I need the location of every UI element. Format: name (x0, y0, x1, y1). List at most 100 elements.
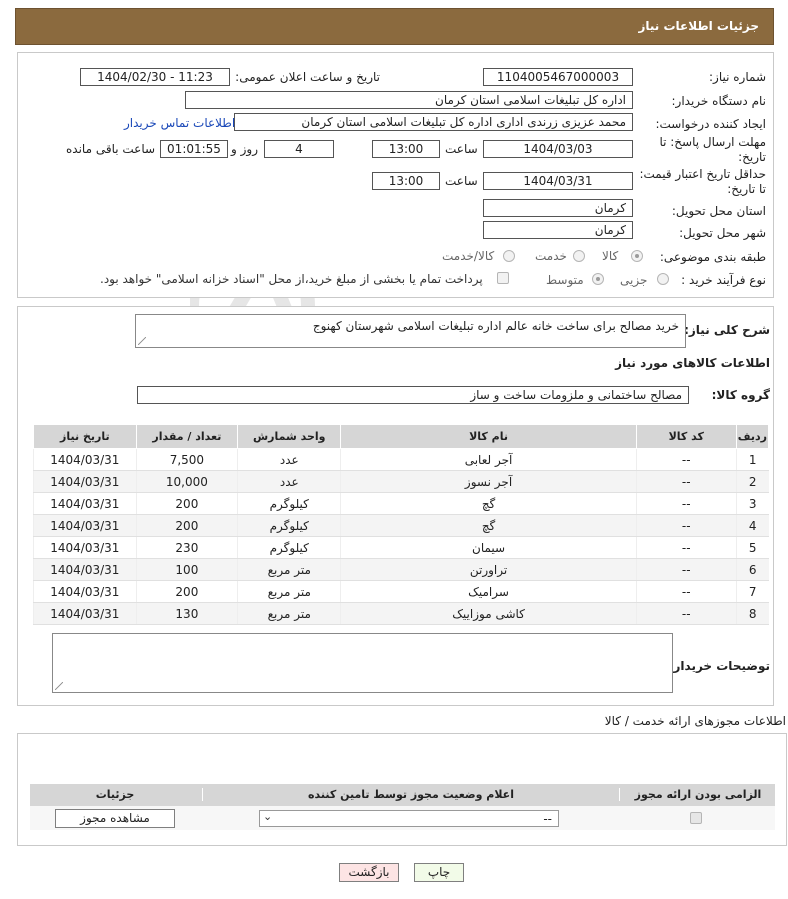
announce-datetime-field: 1404/02/30 - 11:23 (80, 68, 230, 86)
process-medium-radio[interactable] (592, 273, 604, 285)
col-license-required: الزامی بودن ارائه مجوز (634, 788, 762, 801)
deadline-date-field: 1404/03/03 (483, 140, 633, 158)
cell-quantity: 7,500 (135, 448, 238, 471)
need-number-label: شماره نیاز: (709, 70, 766, 84)
cell-code: -- (635, 470, 737, 493)
cell-unit: متر مربع (237, 558, 341, 581)
cell-code: -- (635, 514, 737, 537)
table-row: 1 -- آجر لعابی عدد 7,500 1404/03/31 (33, 448, 769, 471)
delivery-city-field: کرمان (483, 221, 633, 239)
treasury-payment-note: پرداخت تمام یا بخشی از مبلغ خرید،از محل … (100, 272, 483, 286)
goods-section-title: اطلاعات کالاهای مورد نیاز (615, 356, 770, 370)
cell-code: -- (635, 602, 737, 625)
table-row: 4 -- گچ کیلوگرم 200 1404/03/31 (33, 514, 769, 537)
resize-grip-icon[interactable] (138, 337, 146, 345)
process-minor-radio[interactable] (657, 273, 669, 285)
buyer-org-label: نام دستگاه خریدار: (671, 94, 767, 108)
cell-quantity: 10,000 (135, 470, 238, 493)
cell-name: آجر نسوز (340, 470, 637, 493)
requester-field: محمد عزیزی زرندی اداری اداره کل تبلیغات … (234, 113, 633, 131)
deadline-label: مهلت ارسال پاسخ: تا تاریخ: (659, 135, 766, 164)
cell-row: 1 (735, 448, 769, 471)
time-remaining-field: 01:01:55 (160, 140, 228, 158)
category-goods-radio[interactable] (631, 250, 643, 262)
col-row: ردیف (735, 424, 770, 449)
cell-unit: متر مربع (237, 602, 341, 625)
cell-unit: عدد (237, 448, 341, 471)
cell-name: آجر لعابی (340, 448, 637, 471)
goods-table-header: ردیف کد کالا نام کالا واحد شمارش تعداد /… (33, 424, 770, 449)
cell-row: 4 (735, 514, 769, 537)
print-button[interactable]: چاپ (414, 863, 464, 882)
table-row: 2 -- آجر نسوز عدد 10,000 1404/03/31 (33, 470, 769, 493)
cell-row: 8 (735, 602, 769, 625)
goods-group-label: گروه کالا: (711, 388, 770, 402)
treasury-payment-checkbox[interactable] (497, 272, 509, 284)
table-row: 5 -- سیمان کیلوگرم 230 1404/03/31 (33, 536, 769, 559)
category-service-label: خدمت (535, 249, 567, 263)
cell-date: 1404/03/31 (33, 536, 137, 559)
cell-quantity: 200 (135, 492, 238, 515)
goods-group-field: مصالح ساختمانی و ملزومات ساخت و ساز (137, 386, 689, 404)
page-header: جزئیات اطلاعات نیاز (15, 8, 774, 45)
process-medium-label: متوسط (546, 273, 584, 287)
cell-row: 7 (735, 580, 769, 603)
buyer-org-field: اداره کل تبلیغات اسلامی استان کرمان (185, 91, 633, 109)
requester-label: ایجاد کننده درخواست: (655, 117, 766, 131)
price-validity-time-label: ساعت (445, 174, 478, 188)
cell-name: گچ (340, 492, 637, 515)
col-quantity: تعداد / مقدار (135, 424, 239, 449)
delivery-province-field: کرمان (483, 199, 633, 217)
cell-code: -- (635, 536, 737, 559)
col-need-date: تاریخ نیاز (33, 424, 137, 449)
goods-table: ردیف کد کالا نام کالا واحد شمارش تعداد /… (33, 424, 770, 625)
table-row: 8 -- کاشی موزاییک متر مربع 130 1404/03/3… (33, 602, 769, 625)
cell-quantity: 130 (135, 602, 238, 625)
view-license-button[interactable]: مشاهده مجوز (55, 809, 175, 828)
category-service-radio[interactable] (573, 250, 585, 262)
cell-quantity: 200 (135, 514, 238, 537)
cell-name: گچ (340, 514, 637, 537)
cell-unit: عدد (237, 470, 341, 493)
cell-date: 1404/03/31 (33, 448, 137, 471)
deadline-time-label: ساعت (445, 142, 478, 156)
cell-unit: کیلوگرم (237, 536, 341, 559)
cell-row: 3 (735, 492, 769, 515)
resize-grip-icon[interactable] (55, 682, 63, 690)
back-button[interactable]: بازگشت (339, 863, 399, 882)
category-goods-service-radio[interactable] (503, 250, 515, 262)
cell-name: سیمان (340, 536, 637, 559)
cell-code: -- (635, 492, 737, 515)
cell-unit: کیلوگرم (237, 492, 341, 515)
purchase-process-label: نوع فرآیند خرید : (681, 273, 766, 287)
chevron-down-icon: ⌄ (263, 810, 273, 823)
cell-date: 1404/03/31 (33, 558, 137, 581)
price-validity-time-field: 13:00 (372, 172, 440, 190)
cell-unit: متر مربع (237, 580, 341, 603)
announce-datetime-label: تاریخ و ساعت اعلان عمومی: (235, 70, 380, 84)
license-status-value: -- (543, 812, 552, 826)
licenses-title: اطلاعات مجوزهای ارائه خدمت / کالا (604, 714, 786, 728)
cell-code: -- (635, 580, 737, 603)
description-text: خرید مصالح برای ساخت خانه عالم اداره تبل… (312, 319, 679, 333)
category-goods-service-label: کالا/خدمت (442, 249, 495, 263)
license-status-select[interactable]: ⌄ -- (259, 810, 559, 827)
price-validity-date-field: 1404/03/31 (483, 172, 633, 190)
process-minor-label: جزیی (620, 273, 648, 287)
cell-unit: کیلوگرم (237, 514, 341, 537)
buyer-notes-field[interactable] (52, 633, 673, 693)
buyer-contact-link[interactable]: اطلاعات تماس خریدار (124, 116, 235, 130)
cell-row: 5 (735, 536, 769, 559)
cell-name: کاشی موزاییک (340, 602, 637, 625)
cell-date: 1404/03/31 (33, 470, 137, 493)
deadline-time-field: 13:00 (372, 140, 440, 158)
col-license-details: جزئیات (95, 788, 135, 801)
cell-date: 1404/03/31 (33, 514, 137, 537)
time-remaining-label: ساعت باقی مانده (66, 142, 156, 156)
cell-row: 6 (735, 558, 769, 581)
description-field[interactable]: خرید مصالح برای ساخت خانه عالم اداره تبل… (135, 314, 686, 348)
cell-quantity: 100 (135, 558, 238, 581)
cell-date: 1404/03/31 (33, 602, 137, 625)
cell-row: 2 (735, 470, 769, 493)
cell-quantity: 200 (135, 580, 238, 603)
